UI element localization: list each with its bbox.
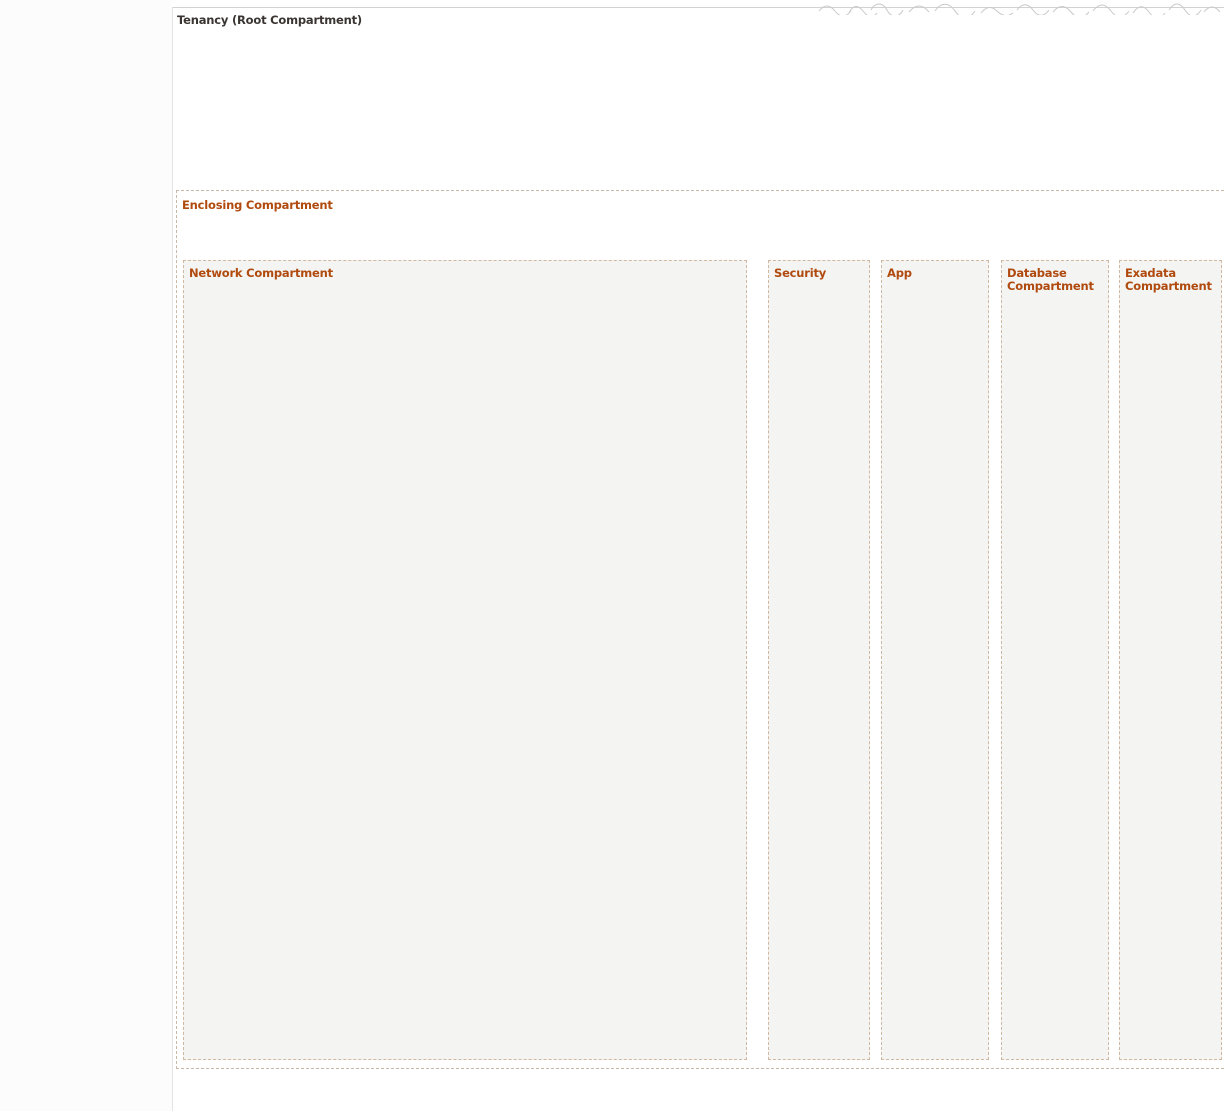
diagram-canvas: Tenancy (Root Compartment) Enclosing Com… bbox=[0, 0, 1224, 1111]
security-compartment-label: Security bbox=[774, 266, 827, 280]
tenancy-label: Tenancy (Root Compartment) bbox=[177, 13, 362, 27]
app-compartment-label: App bbox=[887, 266, 912, 280]
network-compartment-label: Network Compartment bbox=[189, 266, 333, 280]
decorative-pattern-icon bbox=[818, 3, 1221, 15]
security-compartment: Security bbox=[768, 260, 870, 1060]
database-compartment: Database Compartment bbox=[1001, 260, 1109, 1060]
exadata-compartment: Exadata Compartment bbox=[1119, 260, 1222, 1060]
left-margin bbox=[0, 0, 172, 1111]
exadata-compartment-label: Exadata Compartment bbox=[1125, 266, 1212, 293]
network-compartment: Network Compartment bbox=[183, 260, 747, 1060]
database-compartment-label: Database Compartment bbox=[1007, 266, 1094, 293]
enclosing-compartment-label: Enclosing Compartment bbox=[182, 198, 333, 212]
app-compartment: App bbox=[881, 260, 989, 1060]
